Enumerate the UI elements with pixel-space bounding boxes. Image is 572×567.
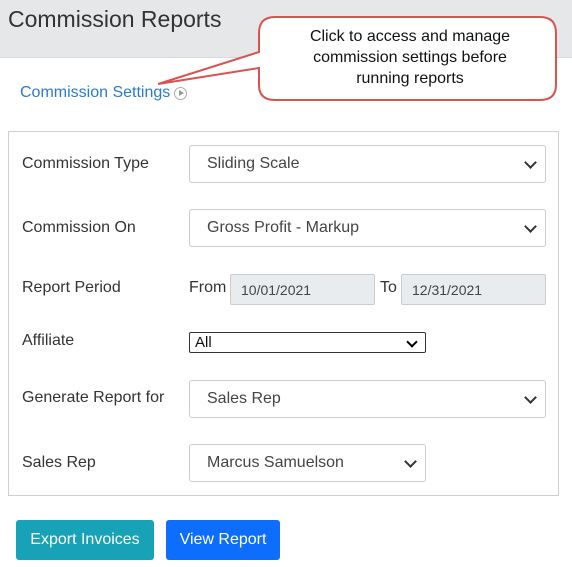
report-form-panel [8, 131, 559, 496]
generate-for-select[interactable]: Sales Rep [189, 380, 546, 418]
to-date-input[interactable]: 12/31/2021 [401, 274, 546, 305]
chevron-down-icon [406, 335, 418, 348]
commission-type-value: Sliding Scale [207, 155, 300, 172]
chevron-down-icon [404, 455, 417, 468]
chevron-down-icon [524, 156, 537, 169]
generate-for-value: Sales Rep [207, 390, 281, 407]
to-label: To [380, 279, 397, 296]
from-label: From [189, 279, 227, 296]
sales-rep-select[interactable]: Marcus Samuelson [189, 444, 426, 482]
chevron-down-icon [524, 220, 537, 233]
generate-for-label: Generate Report for [22, 389, 165, 406]
view-report-button[interactable]: View Report [166, 520, 280, 560]
commission-type-label: Commission Type [22, 155, 149, 172]
affiliate-value: All [195, 334, 212, 351]
commission-on-select[interactable]: Gross Profit - Markup [189, 209, 546, 247]
affiliate-select[interactable]: All [189, 332, 426, 353]
chevron-down-icon [524, 391, 537, 404]
export-invoices-button[interactable]: Export Invoices [16, 520, 154, 560]
report-period-label: Report Period [22, 279, 121, 296]
sales-rep-label: Sales Rep [22, 454, 96, 471]
sales-rep-value: Marcus Samuelson [207, 454, 344, 471]
commission-on-value: Gross Profit - Markup [207, 219, 360, 236]
commission-on-label: Commission On [22, 219, 136, 236]
callout-line: commission settings before [313, 49, 507, 66]
callout-text: Click to access and manage commission se… [262, 26, 558, 89]
affiliate-label: Affiliate [22, 332, 75, 349]
commission-type-select[interactable]: Sliding Scale [189, 145, 546, 183]
callout-line: Click to access and manage [309, 28, 511, 45]
callout-line: running reports [356, 70, 464, 87]
from-date-input[interactable]: 10/01/2021 [230, 274, 375, 305]
